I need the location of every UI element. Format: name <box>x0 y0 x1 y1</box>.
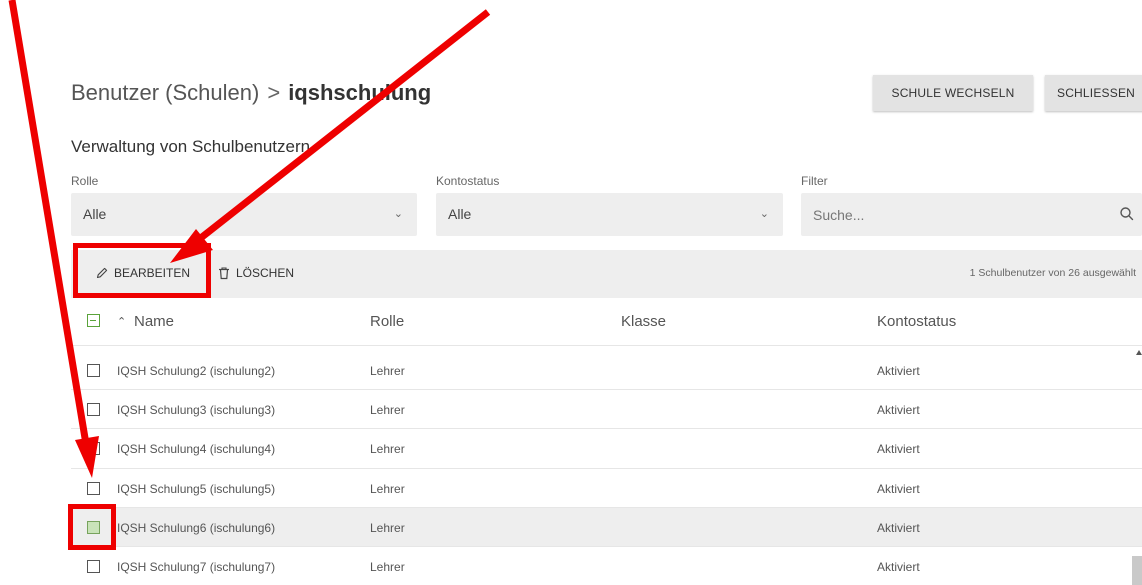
cell-name: IQSH Schulung3 (ischulung3) <box>117 403 276 418</box>
breadcrumb-separator: > <box>267 80 281 105</box>
breadcrumb-root[interactable]: Benutzer (Schulen) <box>71 80 259 105</box>
table-row[interactable]: IQSH Schulung3 (ischulung3) Lehrer Aktiv… <box>71 390 1142 430</box>
role-filter-value: Alle <box>83 206 107 222</box>
close-button[interactable]: SCHLIESSEN <box>1045 75 1142 111</box>
delete-button[interactable]: LÖSCHEN <box>217 266 294 280</box>
status-filter-select[interactable]: Alle ⌄ <box>436 193 783 236</box>
cell-status: Aktiviert <box>877 403 920 418</box>
search-input[interactable] <box>801 193 1142 236</box>
column-header-role[interactable]: Rolle <box>370 313 404 330</box>
role-filter-label: Rolle <box>71 174 99 188</box>
breadcrumb: Benutzer (Schulen) > iqshschulung <box>71 80 431 106</box>
cell-name: IQSH Schulung6 (ischulung6) <box>117 520 276 535</box>
section-title: Verwaltung von Schulbenutzern <box>71 137 311 156</box>
table-toolbar: BEARBEITEN LÖSCHEN 1 Schulbenutzer von 2… <box>71 250 1142 298</box>
cell-status: Aktiviert <box>877 364 920 378</box>
cell-name: IQSH Schulung5 (ischulung5) <box>117 481 276 496</box>
cell-status: Aktiviert <box>877 481 920 496</box>
table-header: ⌃ Name Rolle Klasse Kontostatus <box>71 298 1142 346</box>
cell-role: Lehrer <box>370 520 405 535</box>
role-filter-select[interactable]: Alle ⌄ <box>71 193 417 236</box>
status-filter-value: Alle <box>448 206 472 222</box>
search-icon[interactable] <box>1118 205 1136 223</box>
trash-icon <box>219 267 229 280</box>
row-checkbox[interactable] <box>87 442 100 456</box>
cell-name: IQSH Schulung4 (ischulung4) <box>117 442 276 457</box>
selection-count: 1 Schulbenutzer von 26 ausgewählt <box>969 267 1136 279</box>
switch-school-button[interactable]: SCHULE WECHSELN <box>873 75 1033 111</box>
chevron-down-icon: ⌄ <box>393 208 403 220</box>
breadcrumb-current: iqshschulung <box>288 80 432 105</box>
cell-role: Lehrer <box>370 403 405 418</box>
cell-status: Aktiviert <box>877 559 920 574</box>
status-filter-label: Kontostatus <box>436 174 500 188</box>
cell-status: Aktiviert <box>877 520 920 535</box>
cell-role: Lehrer <box>370 442 405 457</box>
table-row[interactable]: IQSH Schulung4 (ischulung4) Lehrer Aktiv… <box>71 429 1142 469</box>
sort-ascending-icon[interactable]: ⌃ <box>117 315 126 328</box>
table-row[interactable]: IQSH Schulung7 (ischulung7) Lehrer Aktiv… <box>71 547 1142 585</box>
scrollbar-thumb[interactable] <box>1132 556 1142 585</box>
checkbox-highlight <box>68 504 116 550</box>
cell-role: Lehrer <box>370 559 405 574</box>
table-row[interactable]: IQSH Schulung5 (ischulung5) Lehrer Aktiv… <box>71 469 1142 508</box>
cell-name: IQSH Schulung2 (ischulung2) <box>117 364 276 378</box>
cell-role: Lehrer <box>370 481 405 496</box>
row-checkbox[interactable] <box>87 559 100 573</box>
cell-status: Aktiviert <box>877 442 920 457</box>
user-table-body: IQSH Schulung2 (ischulung2) Lehrer Aktiv… <box>71 351 1142 585</box>
scroll-up-arrow-icon[interactable] <box>1136 350 1142 355</box>
chevron-down-icon: ⌄ <box>759 208 769 220</box>
row-checkbox[interactable] <box>87 364 100 377</box>
search-filter-label: Filter <box>801 174 828 188</box>
row-checkbox[interactable] <box>87 403 100 417</box>
table-row[interactable]: IQSH Schulung2 (ischulung2) Lehrer Aktiv… <box>71 351 1142 391</box>
table-row-selected[interactable]: IQSH Schulung6 (ischulung6) Lehrer Aktiv… <box>71 507 1142 547</box>
edit-button-highlight <box>73 243 211 298</box>
cell-name: IQSH Schulung7 (ischulung7) <box>117 559 276 574</box>
row-checkbox[interactable] <box>87 481 100 495</box>
column-header-name[interactable]: Name <box>134 313 174 330</box>
cell-role: Lehrer <box>370 364 405 378</box>
search-field <box>801 193 1142 236</box>
column-header-class[interactable]: Klasse <box>621 313 666 330</box>
delete-button-label: LÖSCHEN <box>236 266 295 280</box>
select-all-checkbox[interactable] <box>87 314 100 327</box>
column-header-status[interactable]: Kontostatus <box>877 313 956 330</box>
